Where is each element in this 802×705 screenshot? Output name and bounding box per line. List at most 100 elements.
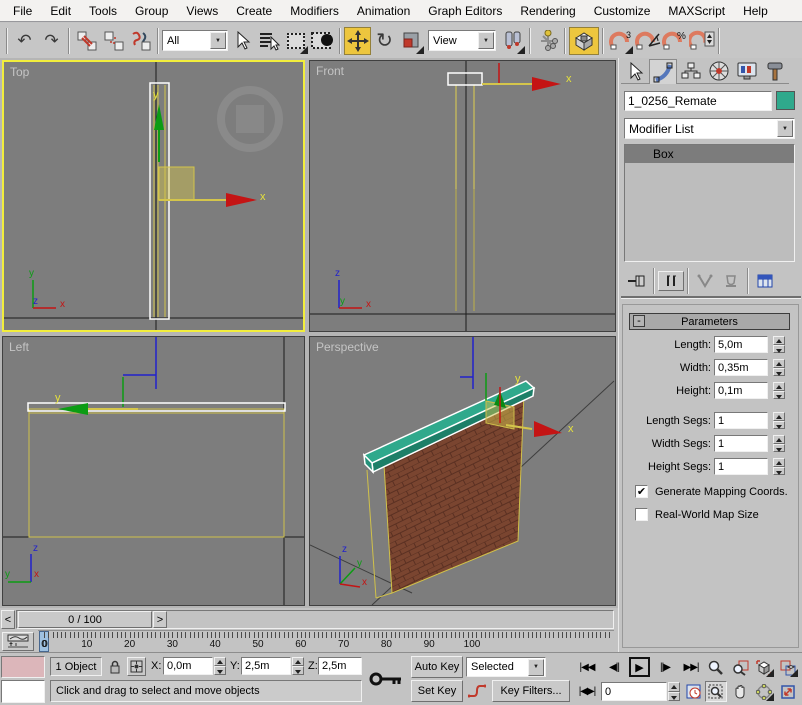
menu-tools[interactable]: Tools [80, 1, 126, 21]
select-and-link-button[interactable] [73, 27, 100, 55]
select-and-scale-button[interactable] [398, 27, 425, 55]
rollout-collapse-button[interactable]: - [633, 315, 645, 327]
use-center-button[interactable] [499, 27, 526, 55]
select-object-button[interactable] [228, 27, 255, 55]
time-slider-next-button[interactable]: > [153, 611, 167, 628]
spinner-snap-button[interactable] [688, 27, 715, 55]
selection-filter-dropdown[interactable]: All ▼ [162, 30, 228, 51]
current-frame-field[interactable]: 0 [601, 682, 667, 701]
dropdown-arrow-icon[interactable]: ▼ [478, 32, 494, 49]
y-coord-field[interactable]: 2,5m [241, 657, 291, 675]
tab-utilities[interactable] [761, 59, 789, 84]
pin-stack-button[interactable] [624, 271, 650, 291]
height-field[interactable]: 0,1m [714, 382, 768, 399]
zoom-all-button[interactable] [729, 657, 751, 678]
key-mode-toggle[interactable]: |◀▶| [576, 682, 598, 701]
modifier-stack[interactable]: Box [624, 144, 795, 262]
height-spinner[interactable] [773, 382, 785, 399]
previous-frame-button[interactable]: ◀|| [603, 658, 625, 677]
height-segs-field[interactable]: 1 [714, 458, 768, 475]
front-viewport-canvas[interactable]: x z y x [310, 61, 615, 331]
make-unique-button[interactable] [692, 271, 718, 291]
x-coord-spinner[interactable] [214, 657, 226, 675]
go-to-end-button[interactable]: ▶▶| [680, 658, 702, 677]
absolute-mode-button[interactable] [127, 657, 146, 676]
select-and-manipulate-button[interactable] [534, 27, 561, 55]
snaps-toggle-button[interactable] [569, 27, 599, 55]
bind-to-space-warp-button[interactable] [127, 27, 154, 55]
maximize-viewport-toggle[interactable] [777, 681, 799, 702]
next-frame-button[interactable]: ||▶ [654, 658, 676, 677]
dropdown-arrow-icon[interactable]: ▼ [210, 32, 226, 49]
tab-create[interactable] [621, 59, 649, 84]
go-to-start-button[interactable]: |◀◀ [576, 658, 598, 677]
width-field[interactable]: 0,35m [714, 359, 768, 376]
menu-customize[interactable]: Customize [585, 1, 660, 21]
percent-snap-button[interactable]: % [661, 27, 688, 55]
menu-group[interactable]: Group [126, 1, 177, 21]
configure-modifier-sets-button[interactable] [752, 271, 778, 291]
viewport-left[interactable]: y z y x Left [2, 336, 305, 606]
tab-display[interactable] [733, 59, 761, 84]
width-segs-field[interactable]: 1 [714, 435, 768, 452]
menu-views[interactable]: Views [177, 1, 227, 21]
auto-key-button[interactable]: Auto Key [411, 656, 463, 678]
dropdown-arrow-icon[interactable]: ▼ [528, 659, 544, 676]
selection-lock-button[interactable] [106, 657, 124, 676]
frame-spinner[interactable] [668, 682, 680, 701]
viewport-front[interactable]: x z y x Front [309, 60, 616, 332]
tab-hierarchy[interactable] [677, 59, 705, 84]
time-slider-prev-button[interactable]: < [1, 610, 15, 629]
viewport-front-label[interactable]: Front [316, 64, 344, 78]
region-zoom-button[interactable] [705, 681, 727, 702]
mini-curve-editor-button[interactable] [2, 632, 34, 651]
time-configuration-button[interactable] [684, 682, 704, 701]
menu-rendering[interactable]: Rendering [511, 1, 584, 21]
viewport-top-label[interactable]: Top [10, 65, 29, 79]
remove-modifier-button[interactable] [718, 271, 744, 291]
menu-create[interactable]: Create [227, 1, 281, 21]
zoom-extents-all-button[interactable] [777, 657, 799, 678]
parameters-rollout-header[interactable]: - Parameters [629, 313, 790, 330]
width-segs-spinner[interactable] [773, 435, 785, 452]
angle-snap-button[interactable] [634, 27, 661, 55]
length-field[interactable]: 5,0m [714, 336, 768, 353]
perspective-viewport-canvas[interactable]: x y z y x [310, 337, 615, 605]
left-viewport-canvas[interactable]: y z y x [3, 337, 304, 605]
real-world-map-checkbox[interactable] [635, 508, 648, 521]
unlink-selection-button[interactable] [100, 27, 127, 55]
menu-graph-editors[interactable]: Graph Editors [419, 1, 511, 21]
length-segs-field[interactable]: 1 [714, 412, 768, 429]
viewport-top[interactable]: x y y z x Top [2, 60, 305, 332]
menu-edit[interactable]: Edit [41, 1, 80, 21]
viewport-left-label[interactable]: Left [9, 340, 29, 354]
generate-mapping-checkbox[interactable]: ✔ [635, 485, 648, 498]
menu-file[interactable]: File [4, 1, 41, 21]
show-end-result-button[interactable] [658, 271, 684, 291]
menu-maxscript[interactable]: MAXScript [659, 1, 734, 21]
y-coord-spinner[interactable] [292, 657, 304, 675]
set-key-button[interactable]: Set Key [411, 680, 463, 702]
length-segs-spinner[interactable] [773, 412, 785, 429]
redo-button[interactable]: ↷ [38, 27, 65, 55]
snap-3d-button[interactable]: 3 [607, 27, 634, 55]
menu-animation[interactable]: Animation [348, 1, 419, 21]
window-crossing-button[interactable] [309, 27, 336, 55]
set-keys-button[interactable] [364, 655, 408, 702]
time-slider-thumb[interactable]: 0 / 100 [18, 611, 152, 628]
maxscript-listener-pane[interactable] [1, 680, 45, 703]
modifier-stack-item-box[interactable]: Box [625, 145, 794, 163]
length-spinner[interactable] [773, 336, 785, 353]
top-viewport-canvas[interactable]: x y y z x [4, 62, 303, 330]
object-name-field[interactable]: 1_0256_Remate [624, 91, 772, 111]
select-and-rotate-button[interactable]: ↻ [371, 27, 398, 55]
width-spinner[interactable] [773, 359, 785, 376]
play-button[interactable]: ▶ [629, 657, 650, 677]
selection-region-button[interactable] [282, 27, 309, 55]
zoom-button[interactable] [705, 657, 727, 678]
tab-motion[interactable] [705, 59, 733, 84]
height-segs-spinner[interactable] [773, 458, 785, 475]
viewport-perspective[interactable]: x y z y x Perspective [309, 336, 616, 606]
default-tangent-button[interactable] [466, 680, 488, 702]
arc-rotate-button[interactable] [753, 681, 775, 702]
